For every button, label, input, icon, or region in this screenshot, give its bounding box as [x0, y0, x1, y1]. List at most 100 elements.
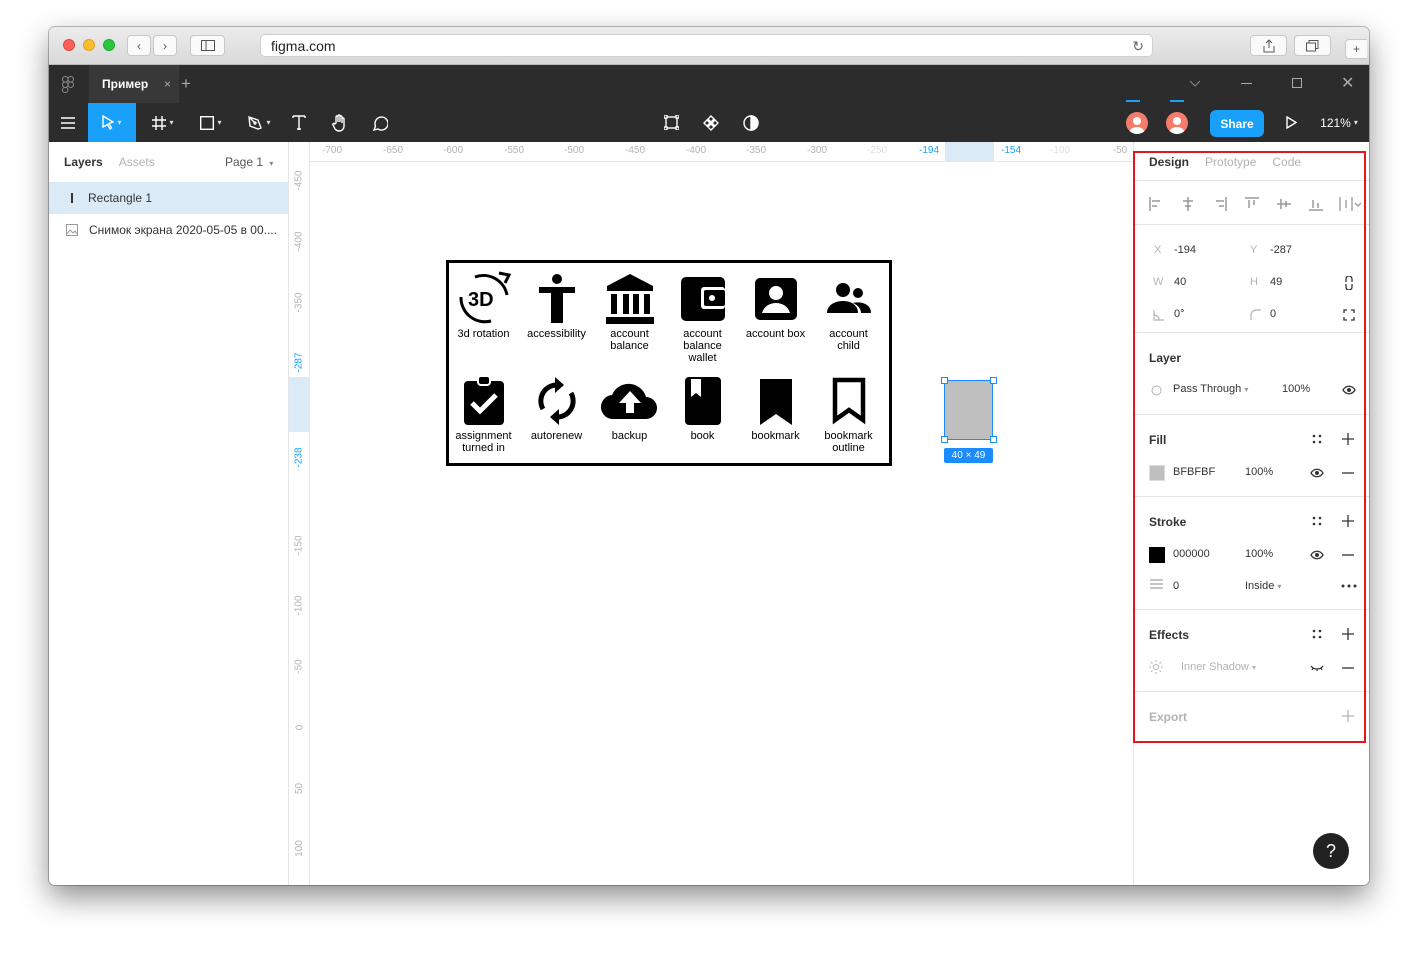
maximize-icon[interactable] [1292, 78, 1302, 88]
fill-opacity-input[interactable]: 100% [1245, 466, 1273, 478]
stroke-color-swatch[interactable] [1149, 547, 1165, 563]
help-button[interactable]: ? [1313, 833, 1349, 869]
layer-item[interactable]: Rectangle 1 [49, 182, 288, 214]
align-horizontal-center-icon[interactable] [1181, 197, 1195, 211]
page-selector[interactable]: Page 1 ▾ [225, 155, 273, 169]
component-frame-button[interactable] [657, 103, 685, 142]
fill-section: Fill BFBFBF 100% [1134, 414, 1369, 496]
style-grid-icon[interactable] [1312, 516, 1322, 526]
text-tool-button[interactable] [285, 103, 313, 142]
tab-assets[interactable]: Assets [119, 155, 155, 169]
minimize-icon[interactable] [1241, 83, 1252, 84]
canvas[interactable]: 3D 3d rotation accessibility account bal… [310, 162, 1133, 885]
eye-icon[interactable] [1310, 550, 1324, 560]
add-stroke-icon[interactable] [1342, 515, 1354, 527]
rotation-input[interactable]: 0° [1174, 308, 1185, 320]
tab-code[interactable]: Code [1272, 155, 1301, 169]
add-effect-icon[interactable] [1342, 628, 1354, 640]
pen-tool-button[interactable]: ▾ [239, 103, 279, 142]
frame-tool-button[interactable]: ▾ [143, 103, 183, 142]
align-right-icon[interactable] [1213, 197, 1227, 211]
resize-handle[interactable] [941, 377, 948, 384]
stroke-position-dropdown[interactable]: Inside ▾ [1245, 580, 1281, 592]
comment-tool-button[interactable] [365, 103, 395, 142]
close-window-button[interactable] [63, 39, 75, 51]
icon-label: accessibility [527, 328, 586, 340]
add-export-icon[interactable] [1342, 710, 1354, 722]
tab-design[interactable]: Design [1149, 155, 1189, 169]
style-grid-icon[interactable] [1312, 434, 1322, 444]
sun-icon[interactable] [1149, 660, 1163, 674]
independent-corners-icon[interactable] [1343, 309, 1355, 321]
stroke-hex-input[interactable]: 000000 [1173, 548, 1210, 560]
remove-effect-icon[interactable] [1342, 667, 1354, 669]
rectangle-1[interactable] [944, 380, 993, 440]
eye-icon[interactable] [1342, 385, 1356, 395]
eye-closed-icon[interactable] [1310, 664, 1324, 672]
resize-handle[interactable] [990, 436, 997, 443]
constrain-proportions-icon[interactable] [1343, 276, 1355, 290]
share-button[interactable]: Share [1210, 110, 1264, 137]
avatar[interactable] [1166, 112, 1188, 134]
figma-logo-icon[interactable] [62, 76, 74, 96]
share-browser-button[interactable] [1250, 35, 1287, 56]
radius-input[interactable]: 0 [1270, 308, 1276, 320]
create-component-button[interactable] [697, 103, 725, 142]
distribute-icon[interactable] [1339, 197, 1361, 211]
close-tab-icon[interactable]: × [164, 77, 171, 91]
x-input[interactable]: -194 [1174, 244, 1196, 256]
tabs-overview-button[interactable] [1294, 35, 1331, 56]
ruler-selection-band [945, 142, 994, 162]
reload-icon[interactable]: ↻ [1132, 38, 1144, 55]
resize-handle[interactable] [941, 436, 948, 443]
eye-icon[interactable] [1310, 468, 1324, 478]
align-top-icon[interactable] [1245, 197, 1259, 211]
move-tool-button[interactable]: ▾ [88, 103, 136, 142]
w-label: W [1153, 276, 1164, 288]
avatar[interactable] [1126, 112, 1148, 134]
tab-layers[interactable]: Layers [64, 155, 103, 169]
align-vertical-center-icon[interactable] [1277, 197, 1291, 211]
height-input[interactable]: 49 [1270, 276, 1282, 288]
close-icon[interactable]: ✕ [1341, 73, 1354, 93]
layer-item[interactable]: Снимок экрана 2020-05-05 в 00.... [49, 214, 288, 246]
remove-stroke-icon[interactable] [1342, 554, 1354, 556]
align-left-icon[interactable] [1149, 197, 1163, 211]
hand-tool-button[interactable] [325, 103, 355, 142]
tab-prototype[interactable]: Prototype [1205, 155, 1256, 169]
stroke-opacity-input[interactable]: 100% [1245, 548, 1273, 560]
zoom-menu[interactable]: 121% ▾ [1317, 103, 1361, 142]
shape-tool-button[interactable]: ▾ [191, 103, 231, 142]
chevron-down-icon[interactable] [1189, 77, 1201, 91]
resize-handle[interactable] [990, 377, 997, 384]
blend-mode-dropdown[interactable]: Pass Through ▾ [1173, 383, 1248, 395]
minimize-window-button[interactable] [83, 39, 95, 51]
address-bar[interactable]: figma.com ↻ [260, 34, 1153, 57]
present-button[interactable] [1279, 103, 1303, 142]
fill-hex-input[interactable]: BFBFBF [1173, 466, 1215, 478]
ruler-label: 100 [294, 839, 305, 857]
more-options-icon[interactable] [1341, 584, 1357, 588]
x-label: X [1154, 244, 1162, 256]
fill-color-swatch[interactable] [1149, 465, 1165, 481]
new-tab-button[interactable]: + [1345, 39, 1367, 59]
layer-opacity-input[interactable]: 100% [1282, 383, 1310, 395]
zoom-window-button[interactable] [103, 39, 115, 51]
main-menu-button[interactable] [49, 103, 87, 142]
forward-button[interactable]: › [153, 35, 177, 56]
file-tab[interactable]: Пример × [89, 65, 179, 103]
effect-type-dropdown[interactable]: Inner Shadow ▾ [1181, 661, 1256, 673]
sidebar-toggle-button[interactable] [190, 35, 225, 56]
remove-fill-icon[interactable] [1342, 472, 1354, 474]
add-fill-icon[interactable] [1342, 433, 1354, 445]
stroke-weight-input[interactable]: 0 [1173, 580, 1179, 592]
add-tab-icon[interactable]: + [181, 74, 191, 94]
screenshot-image[interactable]: 3D 3d rotation accessibility account bal… [446, 260, 892, 466]
style-grid-icon[interactable] [1312, 629, 1322, 639]
align-bottom-icon[interactable] [1309, 197, 1323, 211]
back-button[interactable]: ‹ [127, 35, 151, 56]
mask-button[interactable] [737, 103, 765, 142]
width-input[interactable]: 40 [1174, 276, 1186, 288]
y-input[interactable]: -287 [1270, 244, 1292, 256]
right-panel-tabs: Design Prototype Code [1149, 155, 1301, 169]
